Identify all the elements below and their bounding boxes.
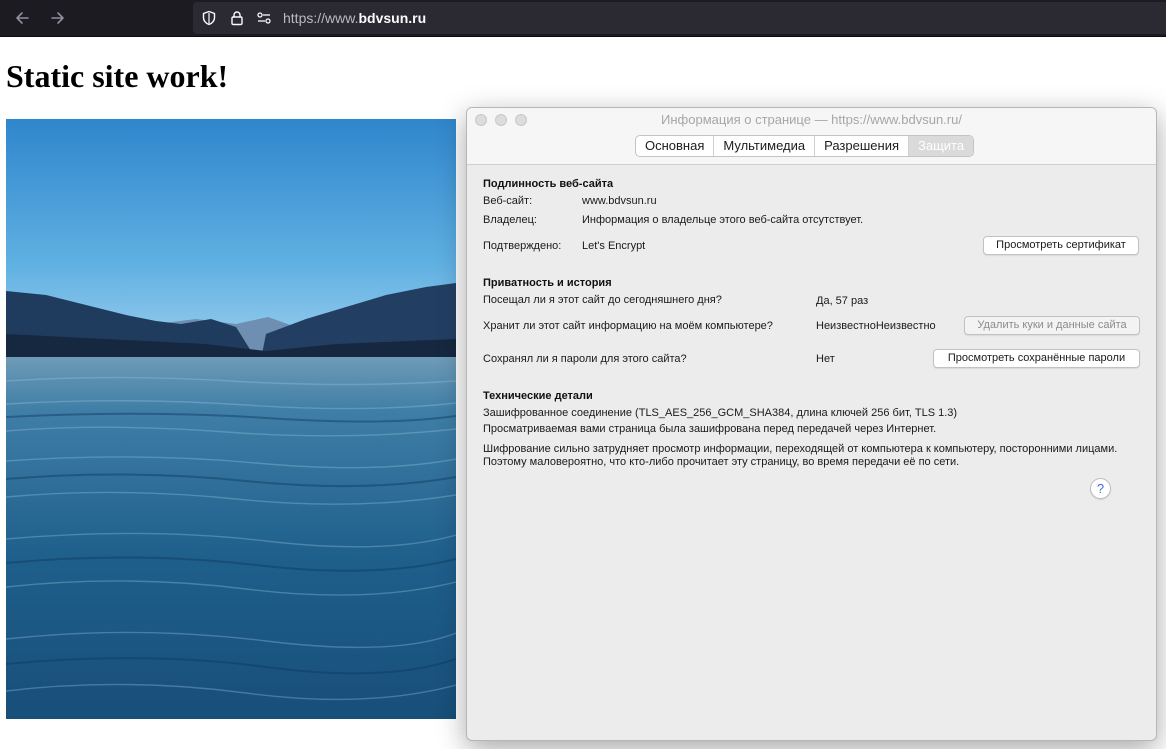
passwords-label: Сохранял ли я пароли для этого сайта?: [483, 353, 687, 365]
encryption-explanation: Шифрование сильно затрудняет просмотр ин…: [483, 443, 1118, 468]
url-text[interactable]: https://www.bdvsun.ru: [283, 10, 426, 26]
owner-label: Владелец:: [483, 214, 537, 226]
owner-value: Информация о владельце этого веб-сайта о…: [582, 214, 864, 226]
verified-label: Подтверждено:: [483, 240, 562, 252]
identity-section-title: Подлинность веб-сайта: [483, 178, 614, 190]
shield-icon[interactable]: [201, 10, 217, 26]
encryption-status: Просматриваемая вами страница была зашиф…: [483, 423, 937, 435]
url-domain: bdvsun.ru: [358, 10, 427, 26]
page-heading: Static site work!: [6, 58, 229, 94]
tab-general[interactable]: Основная: [636, 136, 715, 156]
website-value: www.bdvsun.ru: [582, 195, 657, 207]
tab-security[interactable]: Защита: [909, 136, 974, 156]
passwords-value: Нет: [816, 353, 835, 365]
tab-media[interactable]: Мультимедиа: [714, 136, 816, 156]
tab-permissions[interactable]: Разрешения: [815, 136, 909, 156]
visited-label: Посещал ли я этот сайт до сегодняшнего д…: [483, 294, 722, 306]
lock-icon[interactable]: [229, 10, 245, 26]
url-bar[interactable]: https://www.bdvsun.ru: [193, 2, 1166, 34]
lake-landscape-image: [6, 119, 456, 719]
dialog-title: Информация о странице — https://www.bdvs…: [661, 112, 962, 127]
dialog-titlebar: Информация о странице — https://www.bdvs…: [467, 108, 1156, 165]
help-button[interactable]: ?: [1090, 478, 1111, 499]
forward-button[interactable]: [45, 6, 71, 30]
encryption-details: Зашифрованное соединение (TLS_AES_256_GC…: [483, 407, 958, 419]
back-button[interactable]: [9, 6, 35, 30]
visited-value: Да, 57 раз: [816, 295, 869, 307]
permissions-icon[interactable]: [256, 10, 272, 26]
privacy-section-title: Приватность и история: [483, 277, 612, 289]
technical-section-title: Технические детали: [483, 390, 593, 402]
storage-value: НеизвестноНеизвестно: [816, 320, 936, 332]
view-certificate-button[interactable]: Просмотреть сертификат: [983, 236, 1139, 255]
browser-toolbar: https://www.bdvsun.ru: [0, 0, 1166, 37]
page-info-dialog: Информация о странице — https://www.bdvs…: [466, 107, 1157, 741]
url-prefix: https://www.: [283, 10, 359, 26]
dialog-tabs: Основная Мультимедиа Разрешения Защита: [635, 135, 975, 157]
storage-label: Хранит ли этот сайт информацию на моём к…: [483, 320, 773, 332]
website-label: Веб-сайт:: [483, 195, 533, 207]
arrow-right-icon: [51, 12, 64, 24]
view-saved-passwords-button[interactable]: Просмотреть сохранённые пароли: [933, 349, 1140, 368]
lake-photo: [6, 119, 456, 719]
clear-cookies-button[interactable]: Удалить куки и данные сайта: [964, 316, 1140, 335]
verified-value: Let's Encrypt: [582, 240, 646, 252]
arrow-left-icon: [16, 12, 29, 24]
